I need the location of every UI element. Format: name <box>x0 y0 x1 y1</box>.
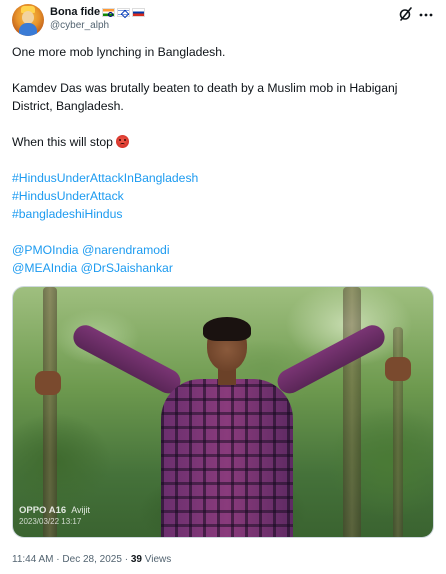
photo-person-arm <box>69 321 185 398</box>
photo-person-shirt <box>161 379 293 537</box>
tweet-text: One more mob lynching in Bangladesh. Kam… <box>12 43 434 277</box>
tweet-card: Bona fide @cyber_alph One more mob lynch… <box>0 0 446 574</box>
photo-person-hand <box>385 357 411 381</box>
author-handle[interactable]: @cyber_alph <box>50 20 145 31</box>
tweet-line-2: Kamdev Das was brutally beaten to death … <box>12 81 398 113</box>
watermark-brand: OPPO A16 <box>19 505 67 516</box>
photo-person-neck <box>218 369 236 385</box>
avatar-body <box>19 23 37 36</box>
photo-person-arm <box>273 321 389 398</box>
author-info: Bona fide @cyber_alph <box>50 4 146 31</box>
russia-flag-icon <box>132 7 146 17</box>
tweet-photo[interactable]: OPPO A16 Avijit 2023/03/22 13:17 <box>12 286 434 538</box>
display-name-row: Bona fide <box>50 4 146 20</box>
hashtag-link[interactable]: #HindusUnderAttack <box>12 189 124 203</box>
tweet-meta: 11:44 AM · Dec 28, 2025 · 39 Views <box>12 554 171 565</box>
views-count: 39 <box>130 554 142 565</box>
photo-person-hand <box>35 371 61 395</box>
tweet-line-1: One more mob lynching in Bangladesh. <box>12 45 226 59</box>
tweet-line-3: When this will stop <box>12 133 434 151</box>
photo-person-hair <box>203 317 251 341</box>
watermark-date: 2023/03/22 13:17 <box>19 517 82 526</box>
tree-trunk <box>343 287 361 537</box>
watermark-extra: Avijit <box>71 505 91 515</box>
hashtag-link[interactable]: #bangladeshiHindus <box>12 207 122 221</box>
israel-flag-icon <box>117 7 131 17</box>
hashtag-link[interactable]: #HindusUnderAttackInBangladesh <box>12 171 198 185</box>
tweet-date[interactable]: Dec 28, 2025 <box>62 554 122 565</box>
display-name[interactable]: Bona fide <box>50 6 100 18</box>
avatar[interactable] <box>12 4 44 36</box>
views-label: Views <box>144 554 172 565</box>
meta-separator: · <box>56 554 60 565</box>
angry-face-icon <box>115 135 129 148</box>
photo-watermark: OPPO A16 Avijit 2023/03/22 13:17 <box>19 505 90 527</box>
meta-separator: · <box>124 554 129 565</box>
india-flag-icon <box>102 7 116 17</box>
tweet-header: Bona fide @cyber_alph <box>12 4 434 38</box>
tree-trunk <box>43 287 57 537</box>
grok-icon[interactable] <box>398 6 414 22</box>
tweet-time[interactable]: 11:44 AM <box>12 554 54 565</box>
more-options-icon[interactable] <box>418 6 434 22</box>
mentions-line-1[interactable]: @PMOIndia @narendramodi <box>12 243 170 257</box>
mentions-line-2[interactable]: @MEAIndia @DrSJaishankar <box>12 261 173 275</box>
tweet-line-3-text: When this will stop <box>12 135 113 149</box>
